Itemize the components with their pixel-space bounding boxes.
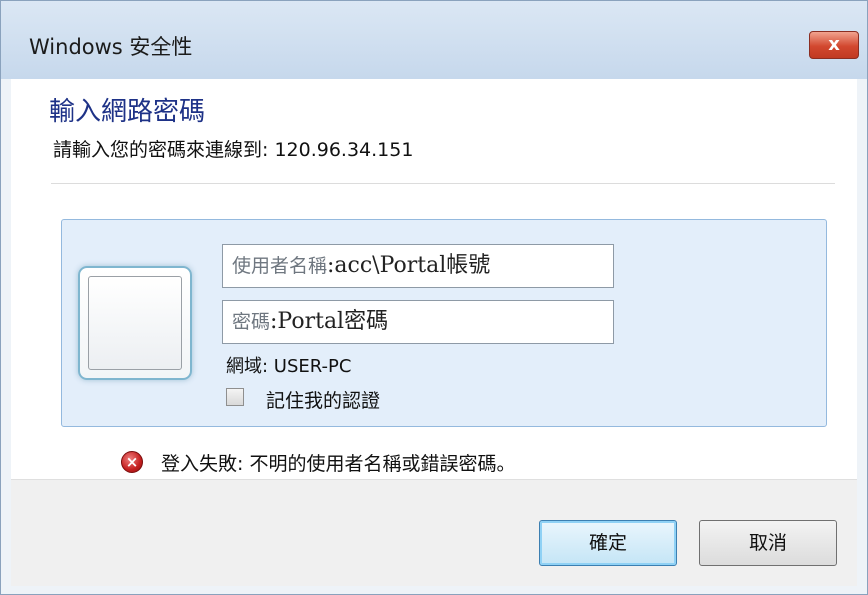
ok-button[interactable]: 確定 — [539, 520, 677, 566]
error-text: 登入失敗: 不明的使用者名稱或錯誤密碼。 — [161, 453, 516, 475]
security-dialog: Windows 安全性 x 輸入網路密碼 請輸入您的密碼來連線到: 120.96… — [0, 0, 868, 595]
user-tile-frame — [88, 276, 182, 370]
close-icon: x — [828, 34, 840, 55]
password-value: :Portal密碼 — [270, 309, 389, 334]
remember-checkbox[interactable] — [226, 388, 244, 406]
divider — [51, 183, 835, 184]
username-field[interactable]: 使用者名稱:acc\Portal帳號 — [222, 244, 614, 288]
username-label: 使用者名稱 — [232, 255, 328, 277]
button-bar: 確定 取消 — [11, 479, 857, 586]
error-x-icon: × — [121, 451, 143, 473]
title-bar[interactable]: Windows 安全性 x — [1, 1, 867, 79]
dialog-heading: 輸入網路密碼 — [49, 97, 206, 127]
username-value: :acc\Portal帳號 — [327, 253, 491, 278]
cancel-button[interactable]: 取消 — [699, 520, 837, 566]
user-tile-icon — [78, 266, 192, 380]
dialog-content: 輸入網路密碼 請輸入您的密碼來連線到: 120.96.34.151 使用者名稱:… — [11, 79, 857, 479]
domain-label: 網域: USER-PC — [226, 356, 352, 377]
credential-panel: 使用者名稱:acc\Portal帳號 密碼:Portal密碼 網域: USER-… — [61, 219, 827, 427]
window-title: Windows 安全性 — [29, 35, 193, 59]
password-label: 密碼 — [232, 311, 271, 333]
password-field[interactable]: 密碼:Portal密碼 — [222, 300, 614, 344]
close-button[interactable]: x — [809, 31, 859, 59]
remember-label: 記住我的認證 — [266, 390, 381, 412]
dialog-subtitle: 請輸入您的密碼來連線到: 120.96.34.151 — [53, 139, 414, 161]
